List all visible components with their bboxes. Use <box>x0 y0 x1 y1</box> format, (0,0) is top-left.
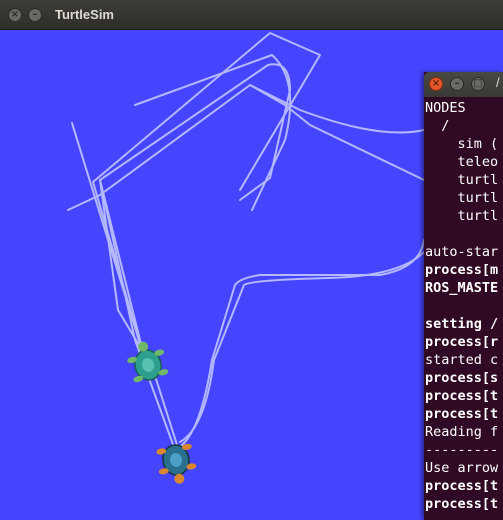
terminal-line: process[r <box>425 334 499 350</box>
minimize-icon: – <box>454 78 460 89</box>
terminal-line: process[t <box>425 406 499 422</box>
maximize-icon: □ <box>473 78 483 89</box>
terminal-line: --------- <box>425 442 499 458</box>
terminal-line: / <box>425 118 450 134</box>
terminal-line: turtl <box>425 172 499 188</box>
terminal-minimize-button[interactable]: – <box>450 77 464 91</box>
terminal-line: process[t <box>425 478 499 494</box>
trail-path-8 <box>99 179 176 451</box>
terminal-line: ROS_MASTE <box>425 280 499 296</box>
terminal-line: sim ( <box>425 136 499 152</box>
terminal-close-button[interactable]: × <box>429 77 443 91</box>
terminal-line: process[t <box>425 496 499 512</box>
terminal-line: process[t <box>425 388 499 404</box>
trail-path-2 <box>99 63 291 361</box>
terminal-line: process[m <box>425 262 499 278</box>
minimize-window-button[interactable]: – <box>28 8 42 22</box>
turtle-2-icon[interactable] <box>155 442 199 487</box>
window-title: TurtleSim <box>55 7 114 22</box>
turtle-1-icon[interactable] <box>123 337 170 385</box>
close-window-button[interactable]: × <box>8 8 22 22</box>
terminal-line: setting / <box>425 316 499 332</box>
terminal-title: / <box>496 75 500 90</box>
terminal-line: started c <box>425 352 499 368</box>
terminal-line: teleo <box>425 154 499 170</box>
trail-path-3 <box>67 84 425 211</box>
terminal-line: NODES <box>425 100 466 116</box>
terminal-titlebar[interactable]: × – □ / <box>424 72 503 97</box>
terminal-line: process[s <box>425 370 499 386</box>
trail-path-5 <box>134 54 292 211</box>
terminal-maximize-button[interactable]: □ <box>471 77 485 91</box>
terminal-output[interactable]: NODES / sim ( teleo turtl turtl turtl aut… <box>425 99 503 513</box>
terminal-line: turtl <box>425 208 499 224</box>
minimize-icon: – <box>32 9 38 20</box>
terminal-window[interactable]: × – □ / NODES / sim ( teleo turtl turtl … <box>424 72 503 520</box>
terminal-line: Reading f <box>425 424 499 440</box>
terminal-line: turtl <box>425 190 499 206</box>
close-icon: × <box>10 9 20 20</box>
close-icon: × <box>431 78 441 89</box>
terminal-line: auto-star <box>425 244 499 260</box>
terminal-line: Use arrow <box>425 460 499 476</box>
turtle-trail-paths <box>67 32 425 451</box>
turtlesim-titlebar[interactable]: × – TurtleSim <box>0 0 503 30</box>
